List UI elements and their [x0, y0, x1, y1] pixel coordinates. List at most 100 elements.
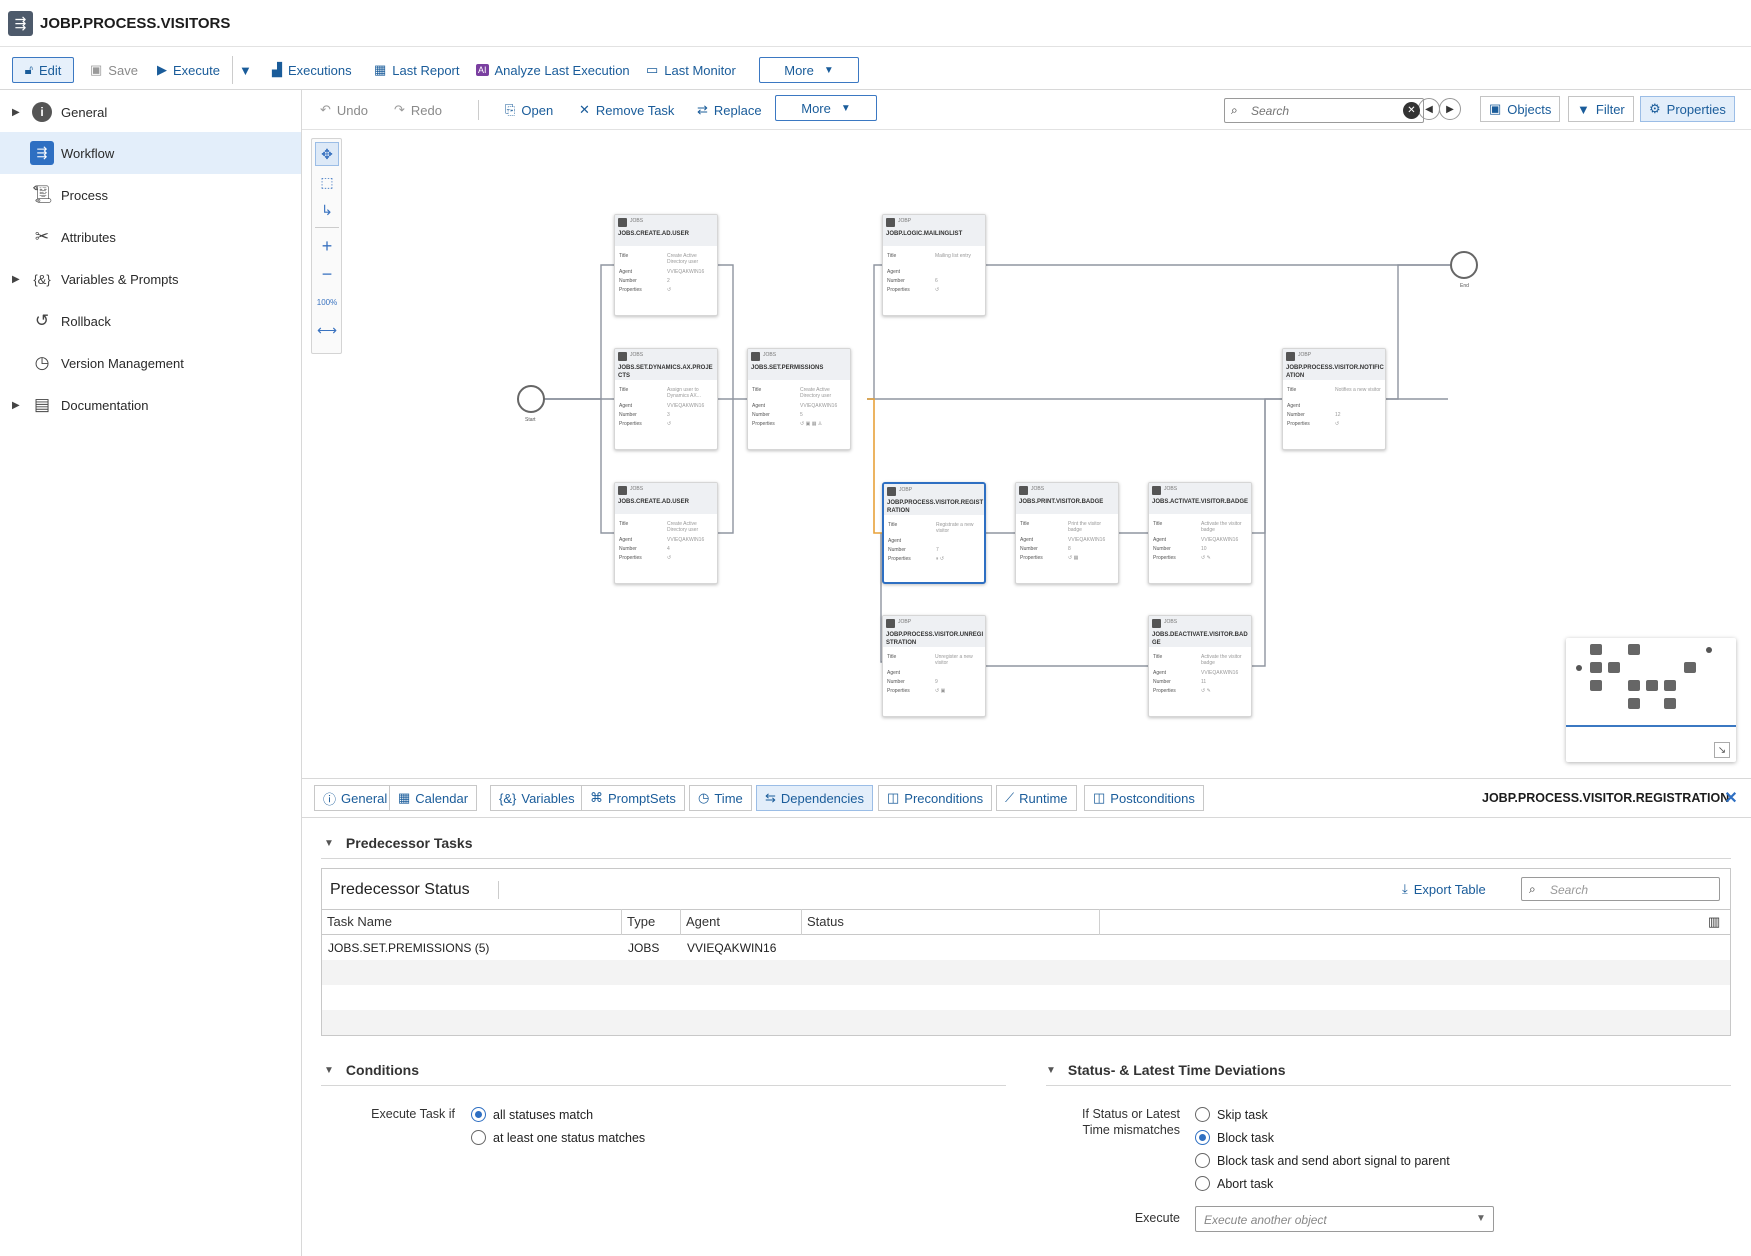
execute-dropdown-button[interactable]: ▼: [232, 56, 252, 84]
end-node[interactable]: [1450, 251, 1478, 279]
analyze-label: Analyze Last Execution: [494, 62, 630, 78]
sidebar-item-workflow[interactable]: ⇶ Workflow: [0, 132, 301, 174]
expand-icon[interactable]: ▶: [12, 274, 20, 285]
zoom-in-icon[interactable]: +: [315, 234, 339, 258]
workflow-node[interactable]: JOBS JOBS.PRINT.VISITOR.BADGE Title Print t…: [1015, 482, 1119, 584]
workflow-node[interactable]: JOBS JOBS.CREATE.AD.USER Title Create Activ…: [614, 214, 718, 316]
workflow-node[interactable]: JOBS JOBS.SET.DYNAMICS.AX.PROJECTS Title As…: [614, 348, 718, 450]
next-result-button[interactable]: ▶: [1439, 98, 1461, 120]
workflow-search[interactable]: ⌕ ✕: [1224, 98, 1424, 123]
sidebar-item-process[interactable]: 📜︎ Process: [0, 174, 301, 216]
redo-button[interactable]: ↷ Redo: [394, 96, 442, 124]
resize-icon[interactable]: ↘: [1714, 742, 1730, 758]
workflow-node[interactable]: JOBP JOBP.PROCESS.VISITOR.NOTIFICATION Tit…: [1282, 348, 1386, 450]
workflow-node[interactable]: JOBS JOBS.SET.PERMISSIONS Title Create Acti…: [747, 348, 851, 450]
workflow-node[interactable]: JOBP JOBP.LOGIC.MAILINGLIST Title Mailing l…: [882, 214, 986, 316]
table-search-placeholder[interactable]: Search: [1550, 883, 1588, 897]
radio-block-abort-parent[interactable]: [1195, 1153, 1210, 1168]
column-header-status[interactable]: Status: [802, 909, 1100, 935]
analyze-button[interactable]: AI Analyze Last Execution: [476, 56, 630, 84]
last-monitor-button[interactable]: ▭ Last Monitor: [646, 56, 736, 84]
properties-button[interactable]: ⚙ Properties: [1640, 96, 1735, 122]
close-panel-icon[interactable]: ✕: [1721, 788, 1741, 808]
collapse-icon[interactable]: ▼: [324, 838, 334, 849]
workflow-canvas[interactable]: Start End JOBS JOBS.CREATE.AD.USER Title Cr…: [302, 131, 1751, 778]
collapse-icon[interactable]: ▼: [1046, 1065, 1056, 1076]
tab-calendar[interactable]: ▦ Calendar: [389, 785, 478, 811]
export-table-button[interactable]: ⤓ Export Table: [1402, 875, 1486, 903]
expand-icon[interactable]: ▶: [12, 107, 20, 118]
last-report-button[interactable]: ▦ Last Report: [374, 56, 460, 84]
radio-label[interactable]: Abort task: [1217, 1177, 1273, 1191]
workflow-node[interactable]: JOBP JOBP.PROCESS.VISITOR.UNREGISTRATION T…: [882, 615, 986, 717]
tab-general[interactable]: ⓘ General: [314, 785, 397, 811]
sidebar-item-variables[interactable]: ▶ {&} Variables & Prompts: [0, 258, 301, 300]
node-field-value: 7: [936, 547, 939, 553]
column-header-agent[interactable]: Agent: [681, 909, 802, 935]
zoom-out-icon[interactable]: −: [315, 262, 339, 286]
radio-one-status[interactable]: [471, 1130, 486, 1145]
radio-abort-task[interactable]: [1195, 1176, 1210, 1191]
sidebar-item-attributes[interactable]: ✂ Attributes: [0, 216, 301, 258]
radio-skip-task[interactable]: [1195, 1107, 1210, 1122]
table-search[interactable]: ⌕ Search: [1521, 877, 1720, 901]
workflow-more-button[interactable]: More ▼: [775, 95, 877, 121]
sidebar-item-rollback[interactable]: ↺ Rollback: [0, 300, 301, 342]
start-node[interactable]: [517, 385, 545, 413]
deviations-section-header[interactable]: ▼ Status- & Latest Time Deviations: [1046, 1062, 1285, 1078]
tab-postconditions[interactable]: ◫ Postconditions: [1084, 785, 1204, 811]
radio-label[interactable]: Block task and send abort signal to pare…: [1217, 1154, 1450, 1168]
expand-icon[interactable]: ▶: [12, 400, 20, 411]
workflow-node[interactable]: JOBS JOBS.ACTIVATE.VISITOR.BADGE Title Acti…: [1148, 482, 1252, 584]
tab-variables[interactable]: {&} Variables: [490, 785, 584, 811]
columns-icon[interactable]: ▥: [1708, 914, 1720, 930]
minimap[interactable]: ↘: [1566, 638, 1736, 762]
open-button[interactable]: ⎘ Open: [505, 96, 553, 124]
gear-icon: [1152, 486, 1161, 495]
radio-label[interactable]: at least one status matches: [493, 1131, 645, 1145]
workflow-node[interactable]: JOBS JOBS.CREATE.AD.USER Title Create Activ…: [614, 482, 718, 584]
remove-task-button[interactable]: ✕ Remove Task: [579, 96, 674, 124]
more-button[interactable]: More ▼: [759, 57, 859, 83]
minimap-viewport[interactable]: [1566, 725, 1736, 727]
fit-width-icon[interactable]: ⟷: [315, 318, 339, 342]
radio-block-task[interactable]: [1195, 1130, 1210, 1145]
radio-label[interactable]: Block task: [1217, 1131, 1274, 1145]
radio-label[interactable]: Skip task: [1217, 1108, 1268, 1122]
predecessor-section-header[interactable]: ▼ Predecessor Tasks: [324, 835, 473, 851]
replace-button[interactable]: ⇄ Replace: [697, 96, 762, 124]
edit-button[interactable]: 🔓︎ Edit: [12, 57, 74, 83]
radio-label[interactable]: all statuses match: [493, 1108, 593, 1122]
tab-promptsets[interactable]: ⌘ PromptSets: [581, 785, 685, 811]
zoom-100-icon[interactable]: 100%: [315, 290, 339, 314]
filter-button[interactable]: ▼ Filter: [1568, 96, 1634, 122]
undo-button[interactable]: ↶ Undo: [320, 96, 368, 124]
tab-preconditions[interactable]: ◫ Preconditions: [878, 785, 993, 811]
executions-button[interactable]: ▟ Executions: [272, 56, 352, 84]
conditions-section-header[interactable]: ▼ Conditions: [324, 1062, 419, 1078]
select-tool-icon[interactable]: ⬚: [315, 170, 339, 194]
move-tool-icon[interactable]: ✥: [315, 142, 339, 166]
tab-runtime[interactable]: ⟋ Runtime: [996, 785, 1077, 811]
column-header-task-name[interactable]: Task Name: [322, 909, 622, 935]
radio-all-statuses[interactable]: [471, 1107, 486, 1122]
sidebar-item-documentation[interactable]: ▶ ▤ Documentation: [0, 384, 301, 426]
column-header-type[interactable]: Type: [622, 909, 681, 935]
connect-tool-icon[interactable]: ↳: [315, 198, 339, 222]
workflow-node[interactable]: JOBP JOBP.PROCESS.VISITOR.REGISTRATION Tit…: [882, 482, 986, 584]
sidebar-item-version-management[interactable]: ◷ Version Management: [0, 342, 301, 384]
objects-button[interactable]: ▣ Objects: [1480, 96, 1561, 122]
tab-time[interactable]: ◷ Time: [689, 785, 752, 811]
sidebar-item-general[interactable]: ▶ i General: [0, 91, 301, 133]
execute-button[interactable]: ▶ Execute: [157, 56, 220, 84]
node-name: JOBP.PROCESS.VISITOR.REGISTRATION: [887, 500, 984, 514]
collapse-icon[interactable]: ▼: [324, 1065, 334, 1076]
search-input[interactable]: [1251, 104, 1396, 118]
execute-object-select[interactable]: Execute another object ▼: [1195, 1206, 1494, 1232]
save-button[interactable]: ▣ Save: [90, 56, 138, 84]
clear-search-icon[interactable]: ✕: [1403, 102, 1420, 119]
table-row[interactable]: JOBS.SET.PREMISSIONS (5) JOBS VVIEQAKWIN…: [322, 935, 1730, 960]
workflow-node[interactable]: JOBS JOBS.DEACTIVATE.VISITOR.BADGE Title Ac…: [1148, 615, 1252, 717]
node-field-label: Title: [619, 387, 629, 393]
tab-dependencies[interactable]: ⇆ Dependencies: [756, 785, 874, 811]
